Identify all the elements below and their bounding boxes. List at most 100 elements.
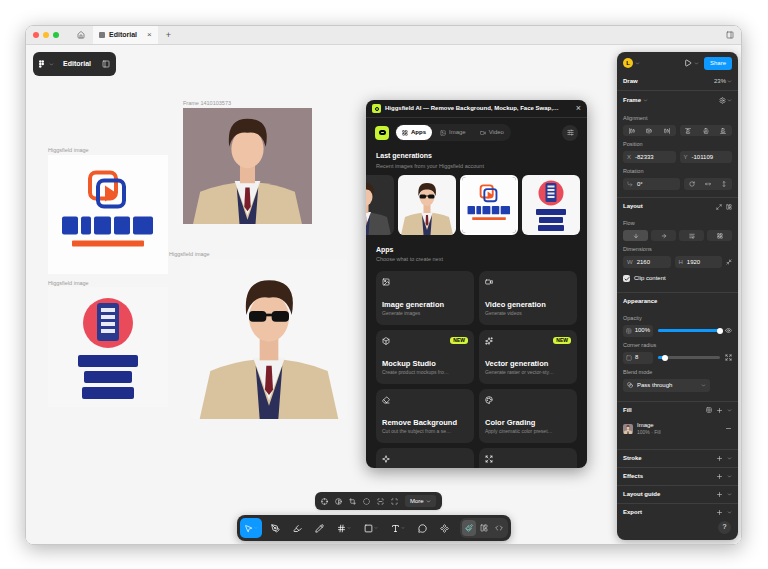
generation-thumbnail[interactable] xyxy=(366,175,394,235)
width-field[interactable]: W2160 xyxy=(623,256,671,268)
toolbar-tool[interactable] xyxy=(311,518,328,538)
flow-option[interactable] xyxy=(651,230,676,241)
app-card[interactable] xyxy=(376,448,474,469)
avatar[interactable]: L xyxy=(623,58,633,68)
independent-corners-icon[interactable] xyxy=(725,354,732,361)
file-tab[interactable]: Editorial× xyxy=(93,26,158,44)
context-tool-icon[interactable] xyxy=(391,498,398,505)
frame-label[interactable]: Higgsfield image xyxy=(169,250,210,258)
home-icon[interactable] xyxy=(77,31,85,39)
layout-icon[interactable] xyxy=(726,204,732,210)
frame-label[interactable]: Higgsfield image xyxy=(48,146,89,154)
panel-toggle-icon[interactable] xyxy=(102,60,110,68)
app-card[interactable]: NEWMockup StudioCreate product mockups f… xyxy=(376,330,474,384)
context-tool-icon[interactable] xyxy=(377,498,384,505)
align-icon[interactable] xyxy=(720,128,726,134)
file-menu[interactable]: Editorial xyxy=(33,52,116,76)
toolbar-tool[interactable] xyxy=(333,518,355,538)
constrain-icon[interactable] xyxy=(726,259,732,265)
context-tool-icon[interactable] xyxy=(321,498,328,505)
styles-icon[interactable] xyxy=(706,407,712,413)
x-field[interactable]: X-82333 xyxy=(623,151,676,163)
mode-option[interactable] xyxy=(477,520,491,536)
resize-icon[interactable] xyxy=(716,204,722,210)
flow-option[interactable] xyxy=(707,230,732,241)
minimize-light[interactable] xyxy=(43,32,49,38)
app-card[interactable]: Video generationGenerate videos xyxy=(479,271,577,325)
blend-mode-select[interactable]: Pass through xyxy=(623,379,710,392)
new-tab-button[interactable]: + xyxy=(166,31,171,40)
rotate-icon[interactable] xyxy=(689,181,695,187)
toolbar-tool[interactable] xyxy=(289,518,306,538)
plus-icon[interactable] xyxy=(716,491,723,498)
plus-icon[interactable] xyxy=(716,407,723,414)
plus-icon[interactable] xyxy=(716,509,723,516)
toolbar-tool[interactable] xyxy=(360,518,382,538)
opacity-slider[interactable] xyxy=(658,329,720,332)
canvas-frame[interactable] xyxy=(191,259,347,419)
app-card[interactable]: Color GradingApply cinematic color prese… xyxy=(479,389,577,443)
align-icon[interactable] xyxy=(685,128,691,134)
toolbar-tool[interactable] xyxy=(240,518,262,538)
frame-label[interactable]: Higgsfield image xyxy=(48,279,89,287)
play-icon[interactable] xyxy=(684,59,692,67)
mode-option[interactable] xyxy=(462,520,476,536)
plugin-tab[interactable]: Image xyxy=(434,125,472,140)
tab-close-button[interactable]: × xyxy=(147,31,152,39)
opacity-field[interactable]: 100% xyxy=(623,325,653,337)
generation-thumbnail[interactable] xyxy=(460,175,518,235)
fill-item[interactable]: Image100% · Fill xyxy=(617,419,738,439)
more-button[interactable]: More xyxy=(405,495,436,507)
align-icon[interactable] xyxy=(664,128,670,134)
eye-icon[interactable] xyxy=(725,327,732,334)
share-button[interactable]: Share xyxy=(704,57,732,70)
flow-option[interactable] xyxy=(679,230,704,241)
canvas[interactable]: Editorial Higgsfield image Higgsfield imag… xyxy=(26,45,741,544)
zoom-level[interactable]: 23% xyxy=(714,77,726,86)
plus-icon[interactable] xyxy=(716,455,723,462)
checkbox[interactable] xyxy=(623,275,630,282)
align-icon[interactable] xyxy=(646,128,652,134)
frame-label[interactable]: Frame 1410103573 xyxy=(183,99,231,107)
sidebar-icon[interactable] xyxy=(726,31,734,39)
flow-option[interactable] xyxy=(623,230,648,241)
plugin-tab[interactable]: Video xyxy=(474,125,510,140)
close-button[interactable]: × xyxy=(576,104,581,113)
corner-slider[interactable] xyxy=(658,356,720,359)
corner-field[interactable]: 8 xyxy=(623,352,653,364)
canvas-frame[interactable] xyxy=(48,287,168,407)
gear-icon[interactable] xyxy=(719,97,726,104)
height-field[interactable]: H1920 xyxy=(675,256,723,268)
canvas-frame[interactable] xyxy=(183,108,312,224)
toolbar-tool[interactable] xyxy=(387,518,409,538)
app-description: Generate videos xyxy=(485,310,571,318)
context-tool-icon[interactable] xyxy=(349,498,356,505)
generation-thumbnail[interactable] xyxy=(522,175,580,235)
rotation-field[interactable]: 0° xyxy=(623,178,680,190)
plus-icon[interactable] xyxy=(716,473,723,480)
toolbar-tool[interactable] xyxy=(267,518,284,538)
toolbar-tool[interactable] xyxy=(436,518,453,538)
align-icon[interactable] xyxy=(703,128,709,134)
clip-content[interactable]: Clip content xyxy=(617,274,738,283)
app-card[interactable] xyxy=(479,448,577,469)
app-card[interactable]: Image generationGenerate images xyxy=(376,271,474,325)
plugin-tab[interactable]: Apps xyxy=(396,125,432,140)
context-tool-icon[interactable] xyxy=(335,498,342,505)
canvas-frame[interactable] xyxy=(48,155,168,274)
align-icon[interactable] xyxy=(629,128,635,134)
flip-horizontal-icon[interactable] xyxy=(705,181,711,187)
mode-option[interactable] xyxy=(492,520,506,536)
generation-thumbnail[interactable] xyxy=(398,175,456,235)
close-light[interactable] xyxy=(33,32,39,38)
flip-vertical-icon[interactable] xyxy=(721,181,727,187)
toolbar-tool[interactable] xyxy=(414,518,431,538)
minus-icon[interactable] xyxy=(725,425,732,432)
plugin-settings-button[interactable] xyxy=(562,125,578,141)
context-tool-icon[interactable] xyxy=(363,498,370,505)
app-card[interactable]: NEWVector generationGenerate raster or v… xyxy=(479,330,577,384)
y-field[interactable]: Y-101109 xyxy=(680,151,733,163)
help-button[interactable]: ? xyxy=(718,521,731,534)
app-card[interactable]: Remove BackgroundCut out the subject fro… xyxy=(376,389,474,443)
zoom-light[interactable] xyxy=(53,32,59,38)
